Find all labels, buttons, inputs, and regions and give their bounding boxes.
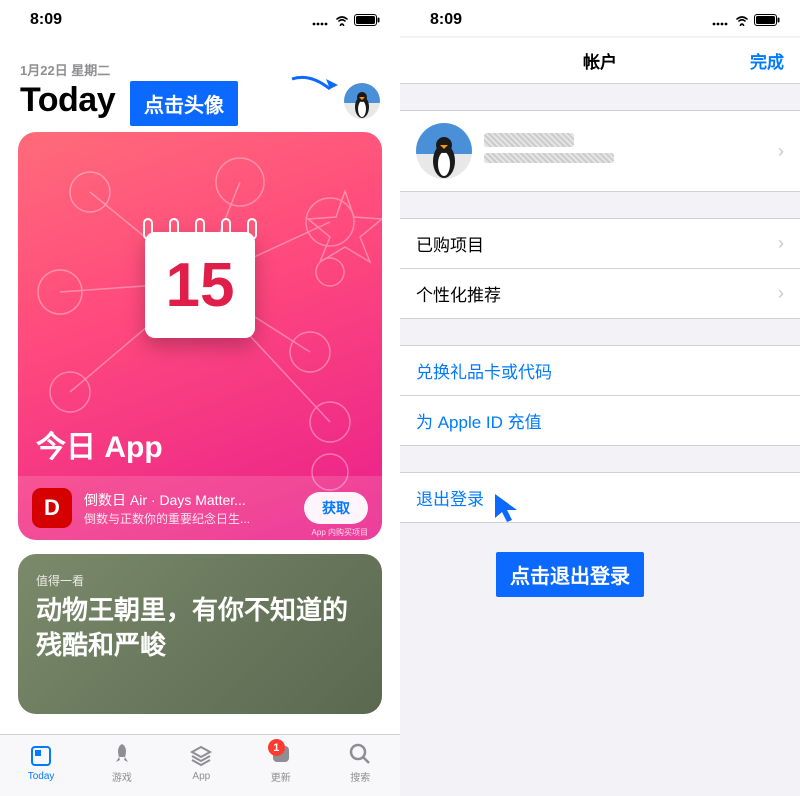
purchased-row[interactable]: 已购项目 › [400,218,800,269]
chevron-right-icon: › [778,283,784,304]
arrow-to-avatar-icon [290,71,338,101]
done-button[interactable]: 完成 [750,48,784,73]
profile-avatar [416,123,472,179]
avatar[interactable] [344,83,380,119]
right-screen: 8:09 帐户 完成 › 已购项目 › 个性化推荐 [400,0,800,796]
header-row: Today 点击头像 [0,79,400,120]
cursor-icon [493,492,521,526]
tooltip-signout: 点击退出登录 [496,552,644,597]
hero-title: 今日 App [36,422,163,466]
row-label: 已购项目 [416,231,484,256]
editorial-card[interactable]: 值得一看 动物王朝里，有你不知道的残酷和严峻 [18,554,382,714]
wifi-icon [734,14,750,26]
tab-search[interactable]: 搜索 [348,741,372,784]
tab-label: 搜索 [350,769,370,784]
tab-bar: Today 游戏 App 1 更新 搜索 [0,734,400,796]
battery-icon [754,14,780,26]
tab-updates[interactable]: 1 更新 [269,741,293,784]
nav-title: 帐户 [583,48,617,73]
editorial-hint: 值得一看 [36,572,364,589]
tab-label: 游戏 [112,769,132,784]
calendar-number: 15 [166,250,235,321]
left-screen: 8:09 1月22日 星期二 Today 点击头像 [0,0,400,796]
app-subtitle: 倒数与正数你的重要纪念日生... [84,510,292,527]
badge: 1 [268,739,285,756]
date-line: 1月22日 星期二 [0,36,400,79]
calendar-icon: 15 [145,222,255,338]
rocket-icon [110,741,134,767]
layers-icon [189,743,213,769]
profile-row[interactable]: › [400,110,800,192]
signal-icon [712,14,730,26]
wifi-icon [334,14,350,26]
status-time: 8:09 [430,11,462,29]
today-icon [29,743,53,769]
row-label: 兑换礼品卡或代码 [416,358,552,383]
personalized-row[interactable]: 个性化推荐 › [400,269,800,319]
tab-games[interactable]: 游戏 [110,741,134,784]
status-bar: 8:09 [400,0,800,36]
tab-today[interactable]: Today [28,743,55,782]
row-label: 为 Apple ID 充值 [416,408,542,433]
hero-card[interactable]: 15 今日 App D 倒数日 Air · Days Matter... 倒数与… [18,132,382,540]
tooltip-avatar: 点击头像 [130,81,238,126]
chevron-right-icon: › [778,141,784,162]
profile-text-redacted [484,133,766,169]
battery-icon [354,14,380,26]
row-label: 退出登录 [416,485,484,510]
editorial-title: 动物王朝里，有你不知道的残酷和严峻 [36,593,364,663]
page-title: Today [20,81,115,120]
search-icon [348,741,372,767]
tab-label: Today [28,771,55,782]
add-funds-row[interactable]: 为 Apple ID 充值 [400,396,800,446]
status-bar: 8:09 [0,0,400,36]
row-label: 个性化推荐 [416,281,501,306]
tab-apps[interactable]: App [189,743,213,782]
signal-icon [312,14,330,26]
chevron-right-icon: › [778,233,784,254]
sign-out-row[interactable]: 退出登录 [400,472,800,523]
status-icons [712,14,780,26]
redeem-row[interactable]: 兑换礼品卡或代码 [400,345,800,396]
get-button[interactable]: 获取 [304,492,368,524]
app-icon[interactable]: D [32,488,72,528]
status-time: 8:09 [30,11,62,29]
nav-bar: 帐户 完成 [400,38,800,84]
iap-label: App 内购买项目 [312,527,368,538]
tab-label: 更新 [271,769,291,784]
tab-label: App [192,771,210,782]
app-title: 倒数日 Air · Days Matter... [84,490,292,510]
status-icons [312,14,380,26]
